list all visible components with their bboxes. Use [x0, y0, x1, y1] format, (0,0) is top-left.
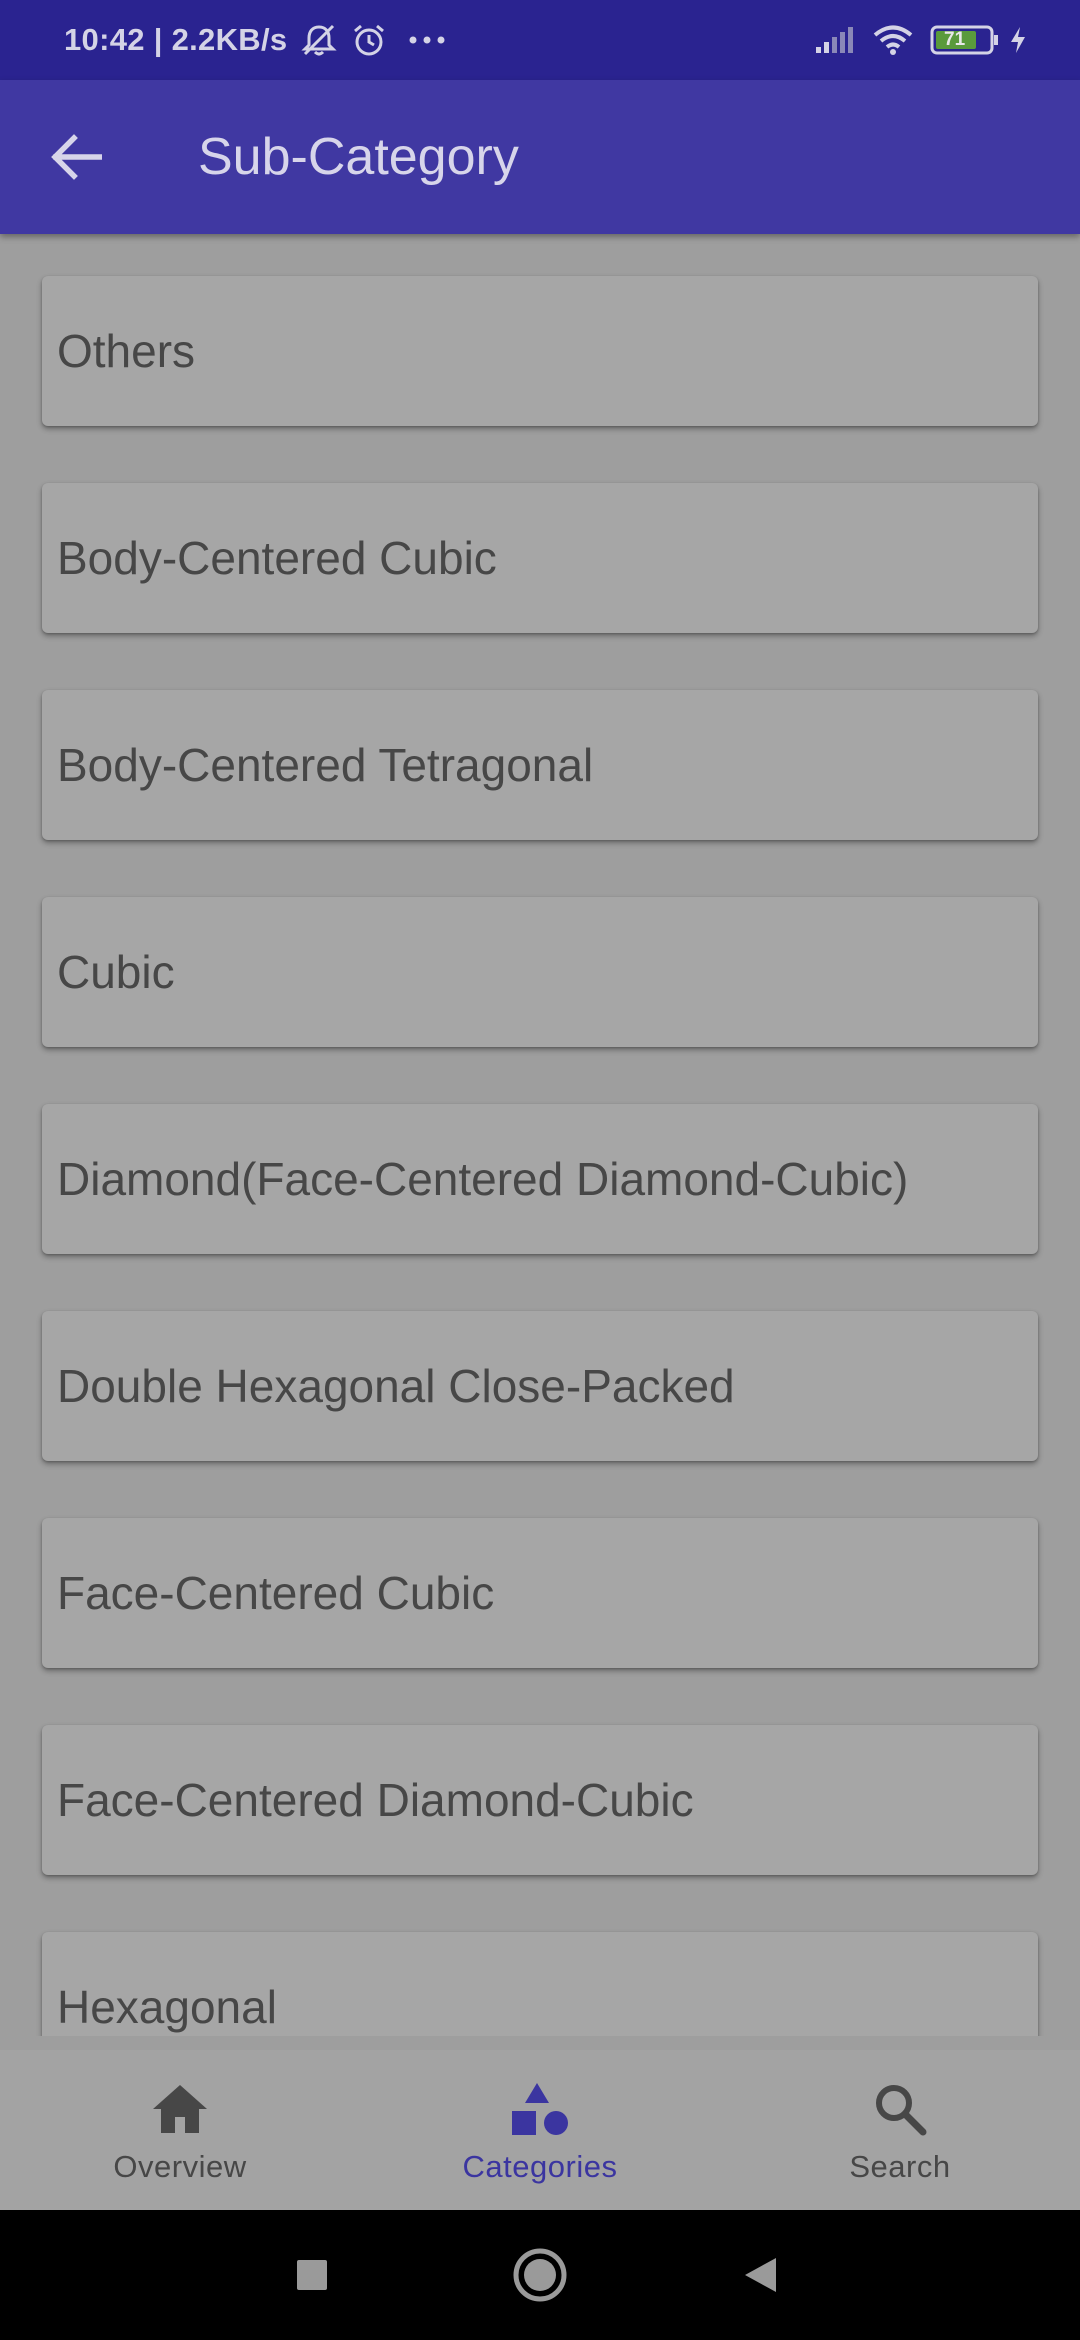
- list-item-others[interactable]: Others: [42, 276, 1038, 426]
- signal-icon: [814, 25, 854, 55]
- recents-button[interactable]: [282, 2245, 342, 2305]
- more-icon: [409, 35, 445, 45]
- status-bar: 10:42 | 2.2KB/s 71: [0, 0, 1080, 80]
- nav-search-label: Search: [849, 2149, 951, 2184]
- charging-icon: [1008, 25, 1028, 55]
- nav-overview-label: Overview: [113, 2149, 247, 2184]
- alarm-icon: [351, 22, 387, 58]
- list-item-label: Face-Centered Cubic: [57, 1567, 495, 1619]
- system-navigation-bar: [0, 2210, 1080, 2340]
- back-button[interactable]: [36, 117, 116, 197]
- list-item-label: Others: [57, 325, 196, 377]
- home-icon: [150, 2081, 210, 2137]
- status-bar-left: 10:42 | 2.2KB/s: [64, 22, 445, 58]
- nav-categories[interactable]: Categories: [360, 2050, 720, 2210]
- list-item-face-centered-cubic[interactable]: Face-Centered Cubic: [42, 1518, 1038, 1668]
- wifi-icon: [872, 24, 914, 56]
- home-button[interactable]: [510, 2240, 570, 2310]
- back-nav-button[interactable]: [730, 2245, 790, 2305]
- page-title: Sub-Category: [198, 128, 519, 186]
- arrow-left-icon: [51, 134, 102, 180]
- list-item-label: Double Hexagonal Close-Packed: [57, 1360, 735, 1412]
- status-time: 10:42 | 2.2KB/s: [64, 22, 288, 57]
- list-item-label: Cubic: [57, 946, 175, 998]
- bottom-navigation: Overview Categories Search: [0, 2050, 1080, 2210]
- square-icon: [297, 2260, 327, 2290]
- search-icon: [870, 2081, 930, 2137]
- categories-icon: [510, 2081, 570, 2137]
- list-item-label: Face-Centered Diamond-Cubic: [57, 1774, 694, 1826]
- triangle-back-icon: [745, 2258, 776, 2292]
- battery-level: 71: [944, 29, 966, 50]
- circle-icon: [513, 2248, 567, 2302]
- list-item-face-centered-diamond-cubic[interactable]: Face-Centered Diamond-Cubic: [42, 1725, 1038, 1875]
- nav-overview[interactable]: Overview: [0, 2050, 360, 2210]
- list-item-label: Body-Centered Tetragonal: [57, 739, 594, 791]
- list-item-double-hexagonal-close-packed[interactable]: Double Hexagonal Close-Packed: [42, 1311, 1038, 1461]
- nav-search[interactable]: Search: [720, 2050, 1080, 2210]
- nav-categories-label: Categories: [462, 2149, 618, 2184]
- list-item-label: Hexagonal: [57, 1981, 277, 2033]
- app-bar: Sub-Category: [0, 80, 1080, 234]
- list-item-body-centered-cubic[interactable]: Body-Centered Cubic: [42, 483, 1038, 633]
- subcategory-list: Others Body-Centered Cubic Body-Centered…: [0, 234, 1080, 2036]
- list-item-diamond[interactable]: Diamond(Face-Centered Diamond-Cubic): [42, 1104, 1038, 1254]
- battery-icon: 71: [930, 25, 1000, 55]
- list-item-hexagonal[interactable]: Hexagonal: [42, 1932, 1038, 2036]
- list-item-label: Diamond(Face-Centered Diamond-Cubic): [57, 1153, 909, 1205]
- list-item-body-centered-tetragonal[interactable]: Body-Centered Tetragonal: [42, 690, 1038, 840]
- mute-icon: [301, 23, 338, 57]
- list-item-label: Body-Centered Cubic: [57, 532, 497, 584]
- status-bar-right: 71: [800, 24, 1028, 56]
- list-item-cubic[interactable]: Cubic: [42, 897, 1038, 1047]
